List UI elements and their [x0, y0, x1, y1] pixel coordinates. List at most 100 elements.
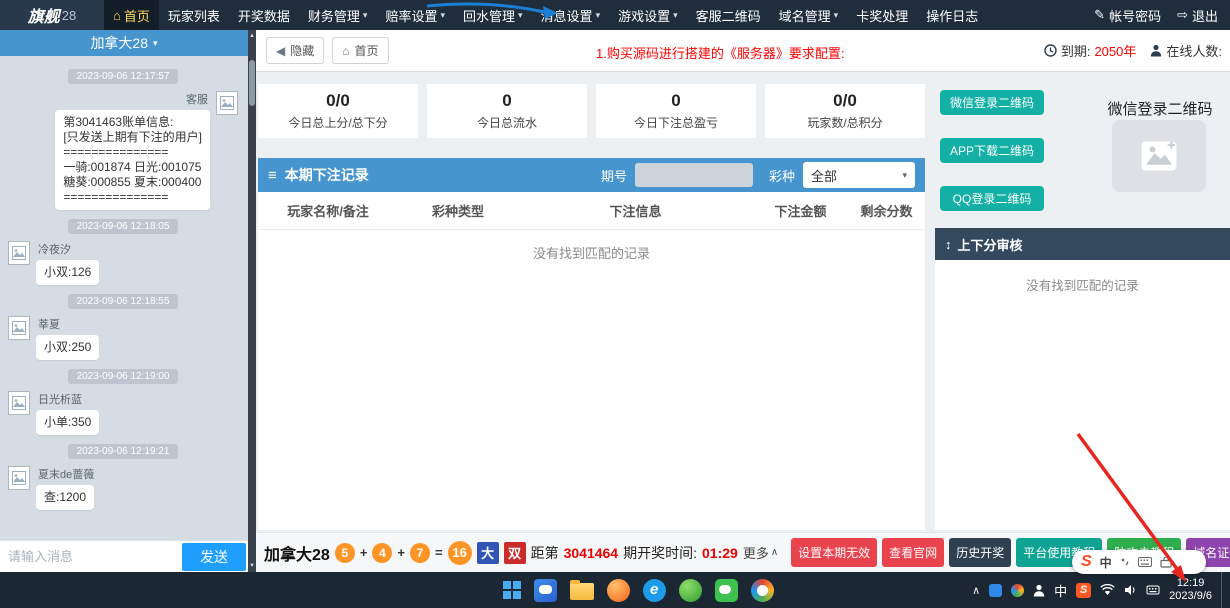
wechat-login-qr-button[interactable]: 微信登录二维码 [940, 90, 1044, 115]
home-icon: ⌂ [113, 8, 121, 23]
issue-number-input[interactable] [635, 163, 753, 187]
official-site-button[interactable]: 查看官网 [882, 538, 944, 567]
system-notice: 1.购买源码进行搭建的《服务器》要求配置: [596, 43, 844, 62]
collapse-icon: ∧ [771, 547, 778, 558]
browser-green-icon[interactable] [679, 579, 702, 602]
scrollbar-thumb[interactable] [249, 60, 255, 106]
nav-item-message-settings[interactable]: 消息设置 ▾ [532, 0, 610, 30]
equals-sign: = [435, 545, 443, 560]
message-input[interactable] [0, 549, 182, 564]
lottery-type-value: 全部 [811, 166, 837, 185]
nav-item-game-settings[interactable]: 游戏设置 ▾ [609, 0, 687, 30]
invalidate-issue-button[interactable]: 设置本期无效 [791, 538, 877, 567]
soft-keyboard-icon[interactable] [1138, 557, 1152, 567]
message-bubble: 小双:250 [36, 335, 99, 360]
chat-message: 夏末de蔷薇 查:1200 [8, 466, 238, 510]
tray-app-color-icon[interactable] [1011, 584, 1024, 597]
person-tray-icon[interactable] [1033, 584, 1045, 597]
chat-timestamp: 2023-09-06 12:18:05 [68, 219, 179, 234]
hide-label: 隐藏 [290, 42, 314, 59]
bet-panel-header: ≡ 本期下注记录 期号 彩种 全部 ▾ [258, 158, 925, 192]
nav-item-home[interactable]: ⌂ 首页 [104, 0, 159, 30]
history-draw-button[interactable]: 历史开奖 [949, 538, 1011, 567]
bet-table-header: 玩家名称/备注 彩种类型 下注信息 下注金额 剩余分数 [258, 192, 925, 230]
taskbar-app-icons [503, 572, 774, 608]
sogou-tray-icon[interactable]: S [1076, 583, 1091, 598]
chat-message: 日光析蓝 小单:350 [8, 391, 238, 435]
chevron-down-icon: ▾ [673, 10, 678, 21]
message-sender: 莘夏 [38, 316, 97, 332]
nav-item-label: 玩家列表 [168, 6, 220, 25]
chat-room-title: 加拿大28 [90, 33, 148, 53]
nav-item-label: 首页 [124, 6, 150, 25]
qr-display-title: 微信登录二维码 [1090, 98, 1230, 119]
browser-rainbow-icon[interactable] [751, 579, 774, 602]
game-name: 加拿大28 [264, 541, 330, 565]
avatar [8, 241, 30, 265]
tray-app-blue-icon[interactable] [989, 584, 1002, 597]
app-download-qr-button[interactable]: APP下载二维码 [940, 138, 1044, 163]
qq-login-qr-button[interactable]: QQ登录二维码 [940, 186, 1044, 211]
home-tab[interactable]: ⌂ 首页 [332, 37, 388, 64]
wifi-icon[interactable] [1100, 584, 1115, 596]
touch-keyboard-icon[interactable] [1146, 584, 1160, 596]
stat-card-turnover: 0 今日总流水 [427, 84, 587, 138]
nav-item-operation-log[interactable]: 操作日志 [917, 0, 987, 30]
chat-app-icon[interactable] [534, 579, 557, 602]
nav-item-draw-data[interactable]: 开奖数据 [229, 0, 299, 30]
nav-item-player-list[interactable]: 玩家列表 [159, 0, 229, 30]
lottery-type-select[interactable]: 全部 ▾ [803, 162, 915, 188]
brand-logo[interactable]: 旗舰 28 [0, 0, 104, 30]
nav-item-cs-qrcode[interactable]: 客服二维码 [687, 0, 770, 30]
sogou-ime-toolbar[interactable]: S 中 [1072, 550, 1206, 574]
qr-image-placeholder [1112, 120, 1206, 192]
ime-mode-indicator[interactable]: 中 [1100, 554, 1112, 571]
edit-icon: ✎ [1094, 7, 1105, 23]
chat-timestamp: 2023-09-06 12:19:00 [68, 369, 179, 384]
issue-prefix: 距第 [531, 543, 559, 563]
expire-info: 到期: 2050年 [1044, 41, 1137, 60]
chat-room-selector[interactable]: 加拿大28 ▾ [0, 30, 248, 56]
sogou-logo-icon[interactable]: S [1081, 553, 1092, 571]
show-desktop-button[interactable] [1221, 572, 1226, 608]
browser-blue-e-icon[interactable] [643, 579, 666, 602]
nav-item-domain[interactable]: 域名管理 ▾ [770, 0, 848, 30]
stat-card-deposit-withdraw: 0/0 今日总上分/总下分 [258, 84, 418, 138]
toolbox-icon[interactable] [1160, 557, 1172, 568]
avatar [216, 91, 238, 115]
message-bubble: 小双:126 [36, 260, 99, 285]
hide-sidebar-button[interactable]: ◀ 隐藏 [266, 37, 324, 64]
tray-expand-icon[interactable]: ∧ [972, 584, 980, 597]
stats-row: 0/0 今日总上分/总下分 0 今日总流水 0 今日下注总盈亏 0/0 玩家数/… [258, 84, 925, 138]
countdown-timer: 01:29 [702, 545, 738, 561]
file-explorer-icon[interactable] [570, 580, 594, 600]
nav-menu: ⌂ 首页 玩家列表 开奖数据 财务管理 ▾ 赔率设置 ▾ 回水管理 ▾ [104, 0, 987, 30]
menu-icon[interactable]: ≡ [268, 167, 277, 184]
nav-right-group: ✎ 帐号密码 ⇨ 退出 [1094, 0, 1230, 30]
nav-item-stuck-draw[interactable]: 卡奖处理 [847, 0, 917, 30]
lottery-type-label: 彩种 [769, 166, 795, 185]
nav-item-rebate[interactable]: 回水管理 ▾ [454, 0, 532, 30]
ime-indicator[interactable]: 中 [1054, 581, 1067, 600]
speaker-icon[interactable] [1124, 584, 1137, 596]
nav-item-finance[interactable]: 财务管理 ▾ [299, 0, 377, 30]
punctuation-icon[interactable] [1120, 557, 1130, 567]
browser-orange-icon[interactable] [607, 579, 630, 602]
screen: 旗舰 28 ⌂ 首页 玩家列表 开奖数据 财务管理 ▾ 赔率设置 ▾ [0, 0, 1230, 608]
brand-suffix: 28 [62, 8, 76, 23]
wechat-app-icon[interactable] [715, 579, 738, 602]
chat-scrollbar[interactable]: ▲ ▼ [248, 30, 256, 572]
send-button[interactable]: 发送 [182, 543, 246, 571]
nav-item-label: 客服二维码 [696, 6, 761, 25]
draw-time-label: 期开奖时间: [623, 543, 697, 563]
windows-start-button[interactable] [503, 581, 521, 599]
scroll-up-icon[interactable]: ▲ [249, 32, 255, 40]
logout-button[interactable]: ⇨ 退出 [1177, 6, 1218, 25]
account-password-button[interactable]: ✎ 帐号密码 [1094, 6, 1161, 25]
nav-item-odds-settings[interactable]: 赔率设置 ▾ [376, 0, 454, 30]
top-navbar: 旗舰 28 ⌂ 首页 玩家列表 开奖数据 财务管理 ▾ 赔率设置 ▾ [0, 0, 1230, 30]
scroll-down-icon[interactable]: ▼ [249, 562, 255, 570]
taskbar-clock[interactable]: 12:19 2023/9/6 [1169, 577, 1212, 603]
more-toggle[interactable]: 更多 ∧ [743, 543, 778, 562]
chat-panel: 加拿大28 ▾ 2023-09-06 12:17:57 客服 第3041463账… [0, 30, 248, 572]
